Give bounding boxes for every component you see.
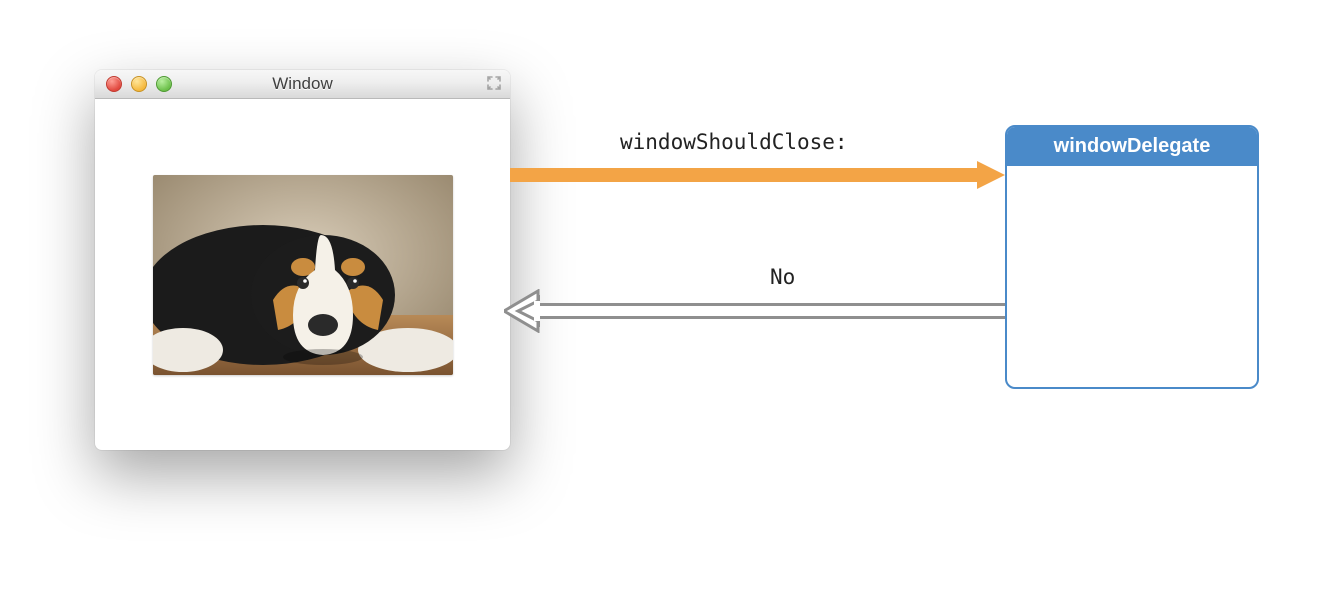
close-button-icon[interactable] xyxy=(106,76,122,92)
content-image xyxy=(153,175,453,375)
minimize-button-icon[interactable] xyxy=(131,76,147,92)
return-arrowhead-icon xyxy=(504,289,540,333)
traffic-lights xyxy=(95,76,172,92)
window-titlebar: Window xyxy=(95,70,510,99)
message-label: windowShouldClose: xyxy=(620,130,848,154)
return-arrow xyxy=(510,300,1005,322)
app-window: Window xyxy=(95,70,510,450)
window-content xyxy=(95,99,510,450)
return-label: No xyxy=(770,265,795,289)
zoom-button-icon[interactable] xyxy=(156,76,172,92)
fullscreen-icon[interactable] xyxy=(486,75,502,91)
message-arrow xyxy=(510,164,1005,186)
delegate-title: windowDelegate xyxy=(1007,127,1257,166)
delegate-object: windowDelegate xyxy=(1005,125,1259,389)
